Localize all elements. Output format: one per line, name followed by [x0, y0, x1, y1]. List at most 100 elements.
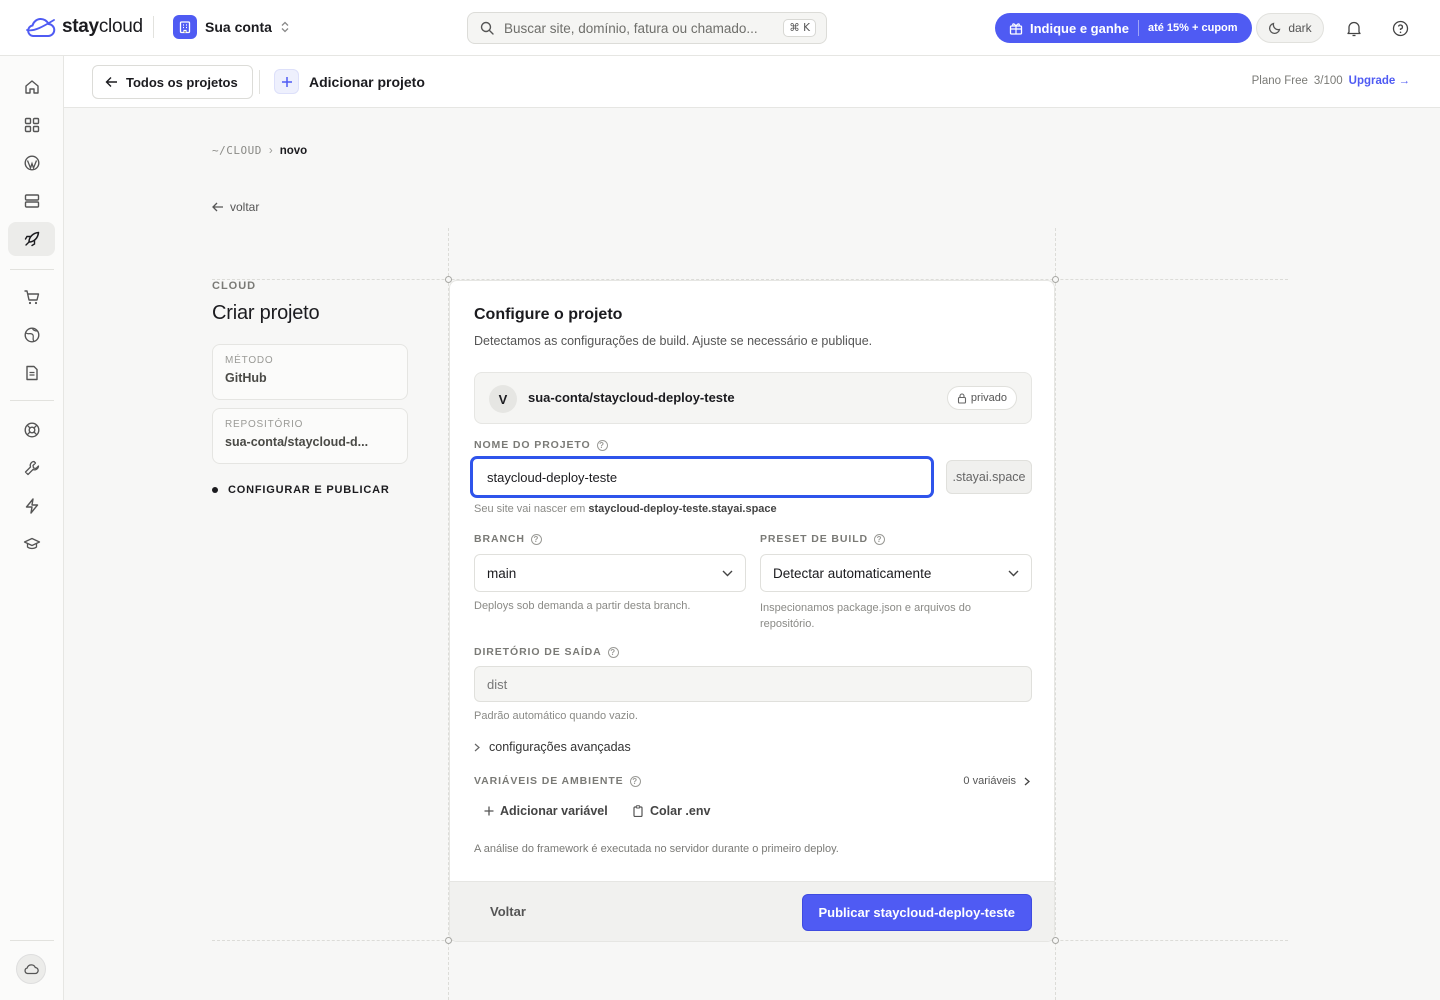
preset-select[interactable]: Detectar automaticamente	[760, 554, 1032, 592]
sub-header: Todos os projetos Adicionar projeto Plan…	[64, 56, 1440, 108]
output-dir-label-text: DIRETÓRIO DE SAÍDA	[474, 646, 602, 658]
chevron-down-icon	[722, 570, 733, 576]
theme-label: dark	[1288, 21, 1312, 35]
help-icon	[1392, 20, 1408, 36]
paste-env-button[interactable]: Colar .env	[633, 804, 710, 818]
referral-promo: até 15% + cupom	[1147, 22, 1238, 34]
sidebar-item-invoices[interactable]	[8, 356, 55, 390]
cloud-logo-icon	[26, 18, 56, 37]
steps-panel: CLOUD Criar projeto MÉTODO GitHub REPOSI…	[212, 280, 408, 496]
lock-icon	[957, 392, 966, 404]
home-icon	[24, 80, 39, 94]
top-bar: staycloud Sua conta ⌘ K Indique e ganhe …	[0, 0, 1440, 56]
clipboard-icon	[633, 805, 643, 817]
moon-icon	[1269, 22, 1281, 35]
corner-marker	[445, 276, 452, 283]
help-icon[interactable]: ?	[629, 775, 641, 787]
paste-env-label: Colar .env	[650, 804, 711, 818]
visibility-badge: privado	[946, 386, 1017, 410]
chevron-updown-icon	[281, 21, 289, 33]
upgrade-link[interactable]: Upgrade →	[1349, 75, 1410, 87]
brand-name: staycloud	[62, 16, 143, 38]
project-name-input[interactable]	[470, 456, 934, 498]
cart-icon	[24, 290, 39, 305]
cloud-icon	[24, 964, 39, 975]
corner-marker	[1052, 276, 1059, 283]
env-vars-label-text: VARIÁVEIS DE AMBIENTE	[474, 775, 624, 787]
sidebar-item-support[interactable]	[8, 413, 55, 447]
card-title: Configure o projeto	[474, 306, 623, 323]
chevron-right-icon	[474, 743, 480, 751]
help-icon[interactable]: ?	[530, 533, 542, 545]
repository-summary: V sua-conta/staycloud-deploy-teste priva…	[474, 372, 1032, 424]
brand-name-bold: stay	[62, 16, 99, 37]
account-name: Sua conta	[205, 19, 272, 35]
arrow-left-icon	[105, 77, 117, 87]
configure-card: Configure o projeto Detectamos as config…	[449, 280, 1055, 942]
sidebar-item-learn[interactable]	[8, 527, 55, 561]
add-project-label: Adicionar projeto	[309, 73, 425, 90]
search-input[interactable]	[504, 20, 784, 36]
sidebar-item-tools[interactable]	[8, 451, 55, 485]
project-url-hint-text: Seu site vai nascer em	[474, 503, 589, 515]
sidebar	[0, 56, 64, 1000]
cloud-status-button[interactable]	[16, 954, 46, 984]
sidebar-item-domains[interactable]	[8, 318, 55, 352]
project-name-label-text: NOME DO PROJETO	[474, 439, 591, 451]
breadcrumb: ~/CLOUD › novo	[212, 144, 307, 157]
sidebar-item-dashboard[interactable]	[8, 108, 55, 142]
document-icon	[25, 365, 38, 381]
sidebar-item-cloud[interactable]	[8, 222, 55, 256]
divider	[1137, 20, 1139, 36]
branch-value: main	[487, 565, 517, 581]
publish-button[interactable]: Publicar staycloud-deploy-teste	[801, 894, 1032, 931]
step-repository[interactable]: REPOSITÓRIO sua-conta/staycloud-d...	[212, 408, 408, 464]
referral-button[interactable]: Indique e ganhe até 15% + cupom	[995, 13, 1252, 43]
logo[interactable]: staycloud	[24, 16, 143, 38]
sidebar-item-servers[interactable]	[8, 184, 55, 218]
globe-icon	[23, 327, 40, 343]
branch-select[interactable]: main	[474, 554, 746, 592]
chevron-down-icon	[1008, 570, 1019, 576]
output-dir-input[interactable]	[474, 666, 1032, 702]
sidebar-item-wordpress[interactable]	[8, 146, 55, 180]
plus-icon	[274, 69, 299, 94]
preset-label: PRESET DE BUILD ?	[760, 533, 886, 545]
env-vars-count[interactable]: 0 variáveis	[963, 775, 1030, 787]
help-icon[interactable]: ?	[596, 439, 608, 451]
sidebar-item-cart[interactable]	[8, 280, 55, 314]
all-projects-button[interactable]: Todos os projetos	[92, 65, 253, 99]
back-button[interactable]: Voltar	[490, 904, 526, 919]
wrench-icon	[24, 460, 39, 476]
help-icon[interactable]: ?	[874, 533, 886, 545]
search-icon	[480, 21, 494, 35]
step-method[interactable]: MÉTODO GitHub	[212, 344, 408, 400]
step-repository-label: REPOSITÓRIO	[225, 419, 304, 430]
help-button[interactable]	[1388, 16, 1412, 40]
breadcrumb-parent[interactable]: ~/CLOUD	[212, 144, 262, 157]
theme-toggle[interactable]: dark	[1256, 13, 1324, 43]
active-step-dot	[212, 487, 218, 493]
step-configure-label: CONFIGURAR E PUBLICAR	[228, 484, 390, 496]
step-configure: CONFIGURAR E PUBLICAR	[212, 484, 408, 496]
sidebar-item-home[interactable]	[8, 70, 55, 104]
breadcrumb-separator: ›	[268, 144, 273, 157]
repo-avatar: V	[489, 385, 517, 413]
guide-line	[1055, 228, 1056, 1000]
back-link[interactable]: voltar	[212, 200, 259, 214]
search-bar[interactable]: ⌘ K	[467, 12, 827, 44]
sidebar-item-automations[interactable]	[8, 489, 55, 523]
plan-usage: 3/100	[1313, 75, 1343, 87]
add-variable-button[interactable]: Adicionar variável	[484, 804, 608, 818]
step-repository-value: sua-conta/staycloud-d...	[225, 435, 369, 449]
advanced-settings-toggle[interactable]: configurações avançadas	[474, 740, 631, 754]
visibility-label: privado	[970, 392, 1007, 404]
dashboard-icon	[24, 117, 39, 133]
add-project-button[interactable]: Adicionar projeto	[274, 69, 425, 94]
env-vars-count-label: 0 variáveis	[963, 775, 1016, 787]
breadcrumb-current: novo	[279, 144, 308, 157]
account-switcher[interactable]: Sua conta	[173, 15, 290, 39]
help-icon[interactable]: ?	[607, 646, 619, 658]
preset-hint: Inspecionamos package.json e arquivos do…	[760, 600, 971, 632]
notifications-button[interactable]	[1342, 16, 1366, 40]
